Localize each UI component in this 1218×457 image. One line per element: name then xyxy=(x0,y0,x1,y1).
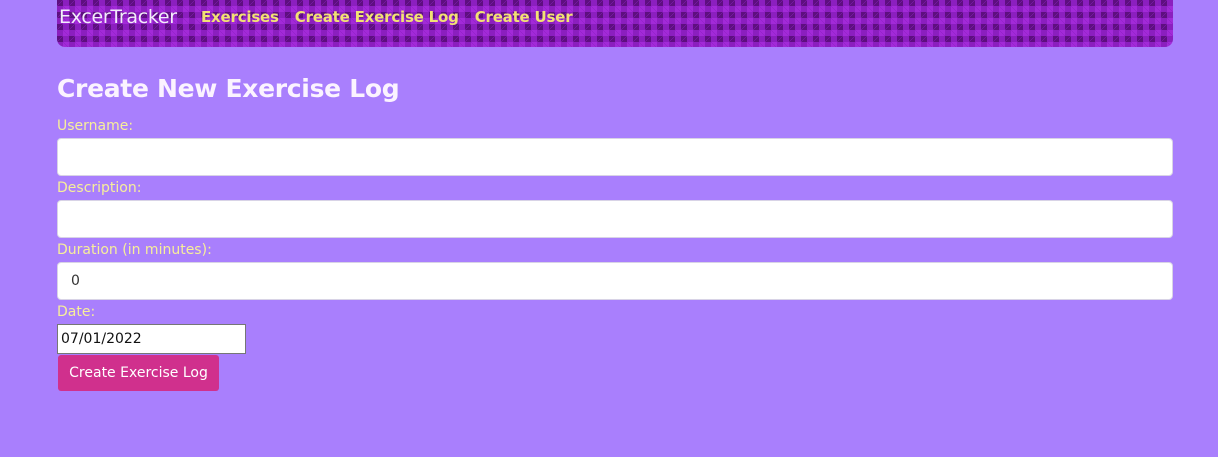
nav-link-exercises[interactable]: Exercises xyxy=(201,8,279,26)
date-label: Date: xyxy=(57,304,96,320)
description-label: Description: xyxy=(57,180,142,196)
navbar: ExcerTracker Exercises Create Exercise L… xyxy=(57,0,1173,47)
duration-label: Duration (in minutes): xyxy=(57,242,212,258)
page-container: ExcerTracker Exercises Create Exercise L… xyxy=(57,0,1173,391)
duration-field[interactable] xyxy=(57,262,1173,300)
date-field[interactable] xyxy=(57,324,246,354)
description-field[interactable] xyxy=(57,200,1173,238)
username-field[interactable] xyxy=(57,138,1173,176)
username-label: Username: xyxy=(57,118,134,134)
nav-link-create-exercise-log[interactable]: Create Exercise Log xyxy=(295,8,459,26)
create-exercise-log-button[interactable]: Create Exercise Log xyxy=(58,355,219,391)
page-title: Create New Exercise Log xyxy=(57,74,400,103)
nav-links: Exercises Create Exercise Log Create Use… xyxy=(201,8,573,26)
brand-link[interactable]: ExcerTracker xyxy=(59,6,177,28)
nav-link-create-user[interactable]: Create User xyxy=(475,8,573,26)
